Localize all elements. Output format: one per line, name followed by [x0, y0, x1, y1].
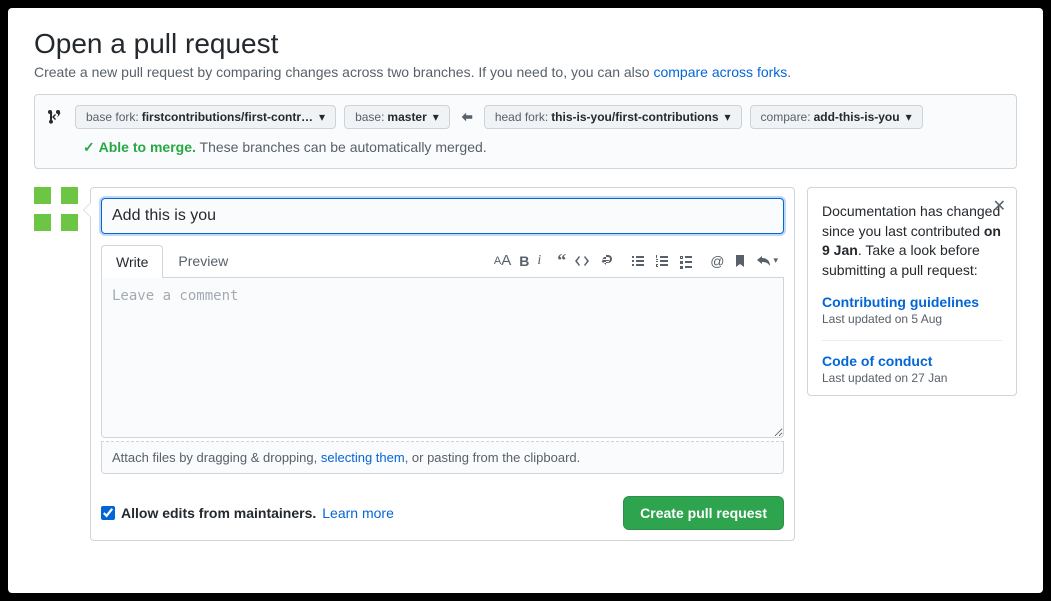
- sidebar-date: Last updated on 27 Jan: [822, 371, 1002, 385]
- sidebar-date: Last updated on 5 Aug: [822, 312, 1002, 326]
- merge-status: ✓ Able to merge. These branches can be a…: [47, 139, 1004, 156]
- sidebar-link[interactable]: Code of conduct: [822, 353, 1002, 369]
- page-subtitle: Create a new pull request by comparing c…: [34, 64, 1017, 80]
- allow-edits-checkbox[interactable]: [101, 506, 115, 520]
- sidebar-item: Contributing guidelines Last updated on …: [822, 294, 1002, 326]
- bold-icon[interactable]: B: [519, 253, 529, 269]
- caret-down-icon: ▾: [773, 255, 778, 266]
- tasklist-icon[interactable]: [678, 253, 694, 269]
- avatar: [34, 187, 78, 231]
- md-toolbar: AA B i “: [494, 252, 784, 269]
- select-files-link[interactable]: selecting them: [321, 450, 405, 465]
- comment-textarea[interactable]: [101, 278, 784, 438]
- caret-down-icon: ▾: [906, 110, 912, 124]
- ol-icon[interactable]: [654, 253, 670, 269]
- compare-icon: [47, 109, 63, 125]
- sidebar-notice: ✕ Documentation has changed since you la…: [807, 187, 1017, 396]
- sidebar-text: Documentation has changed since you last…: [822, 202, 1002, 280]
- mention-icon[interactable]: @: [710, 253, 724, 269]
- italic-icon[interactable]: i: [537, 253, 541, 269]
- caret-down-icon: ▾: [433, 110, 439, 124]
- ul-icon[interactable]: [630, 253, 646, 269]
- tab-preview[interactable]: Preview: [163, 244, 243, 277]
- pr-title-input[interactable]: [101, 198, 784, 234]
- arrow-left-icon: [460, 110, 474, 124]
- head-fork-select[interactable]: head fork: this-is-you/first-contributio…: [484, 105, 742, 129]
- compare-box: base fork: firstcontributions/first-cont…: [34, 94, 1017, 169]
- sidebar-link[interactable]: Contributing guidelines: [822, 294, 1002, 310]
- close-icon[interactable]: ✕: [993, 196, 1006, 216]
- page-title: Open a pull request: [34, 28, 1017, 60]
- quote-icon[interactable]: “: [557, 255, 566, 266]
- caret-down-icon: ▾: [725, 110, 731, 124]
- base-fork-select[interactable]: base fork: firstcontributions/first-cont…: [75, 105, 336, 129]
- compare-branch-select[interactable]: compare: add-this-is-you ▾: [750, 105, 923, 129]
- sidebar-item: Code of conduct Last updated on 27 Jan: [822, 340, 1002, 385]
- learn-more-link[interactable]: Learn more: [322, 505, 394, 521]
- caret-down-icon: ▾: [319, 110, 325, 124]
- attach-hint: Attach files by dragging & dropping, sel…: [101, 441, 784, 474]
- reply-icon[interactable]: ▾: [756, 253, 778, 269]
- heading-icon[interactable]: AA: [494, 252, 511, 269]
- tab-write[interactable]: Write: [101, 245, 163, 278]
- bookmark-icon[interactable]: [732, 253, 748, 269]
- create-pr-button[interactable]: Create pull request: [623, 496, 784, 530]
- code-icon[interactable]: [574, 253, 590, 269]
- allow-edits-row[interactable]: Allow edits from maintainers. Learn more: [101, 505, 394, 521]
- link-icon[interactable]: [598, 253, 614, 269]
- base-branch-select[interactable]: base: master ▾: [344, 105, 450, 129]
- pr-form: Write Preview AA B i “: [90, 187, 795, 541]
- check-icon: ✓: [83, 139, 95, 155]
- compare-forks-link[interactable]: compare across forks: [653, 64, 787, 80]
